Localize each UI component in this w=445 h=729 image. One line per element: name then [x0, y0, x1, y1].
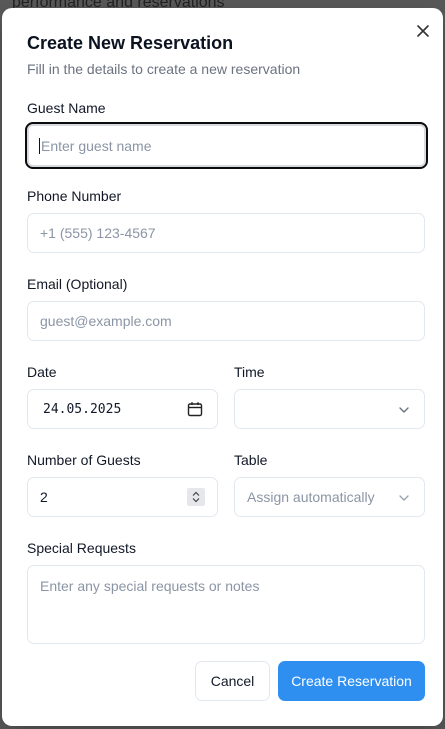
spinner-icon[interactable]: [187, 488, 205, 506]
chevron-down-icon: [398, 403, 410, 415]
chevron-down-icon: [398, 491, 410, 503]
phone-input[interactable]: +1 (555) 123-4567: [27, 213, 425, 253]
guest-name-placeholder: Enter guest name: [41, 137, 152, 154]
guests-label: Number of Guests: [27, 452, 141, 468]
guest-name-label: Guest Name: [27, 100, 106, 116]
calendar-icon[interactable]: [187, 401, 203, 417]
create-reservation-dialog: Create New Reservation Fill in the detai…: [2, 8, 443, 726]
table-label: Table: [234, 452, 268, 468]
special-requests-label: Special Requests: [27, 540, 136, 556]
guest-name-input[interactable]: Enter guest name: [25, 122, 428, 169]
guests-input[interactable]: 2: [27, 477, 218, 517]
date-label: Date: [27, 364, 57, 380]
cancel-button[interactable]: Cancel: [195, 661, 270, 701]
dialog-title: Create New Reservation: [27, 33, 234, 53]
special-requests-placeholder: Enter any special requests or notes: [40, 578, 260, 594]
close-icon[interactable]: [415, 23, 431, 39]
dialog-subtitle: Fill in the details to create a new rese…: [27, 61, 301, 77]
special-requests-textarea[interactable]: Enter any special requests or notes: [27, 565, 425, 644]
create-reservation-button[interactable]: Create Reservation: [278, 661, 425, 701]
table-value: Assign automatically: [247, 489, 375, 505]
time-label: Time: [234, 364, 265, 380]
text-caret: [39, 137, 40, 154]
guests-value: 2: [40, 489, 48, 505]
date-input[interactable]: 24.05.2025: [27, 389, 218, 429]
email-input[interactable]: guest@example.com: [27, 301, 425, 341]
email-label: Email (Optional): [27, 276, 128, 292]
date-value: 24.05.2025: [43, 401, 122, 417]
time-select[interactable]: [234, 389, 425, 429]
phone-label: Phone Number: [27, 188, 122, 204]
table-select[interactable]: Assign automatically: [234, 477, 425, 517]
email-placeholder: guest@example.com: [40, 313, 172, 329]
phone-placeholder: +1 (555) 123-4567: [40, 225, 156, 241]
